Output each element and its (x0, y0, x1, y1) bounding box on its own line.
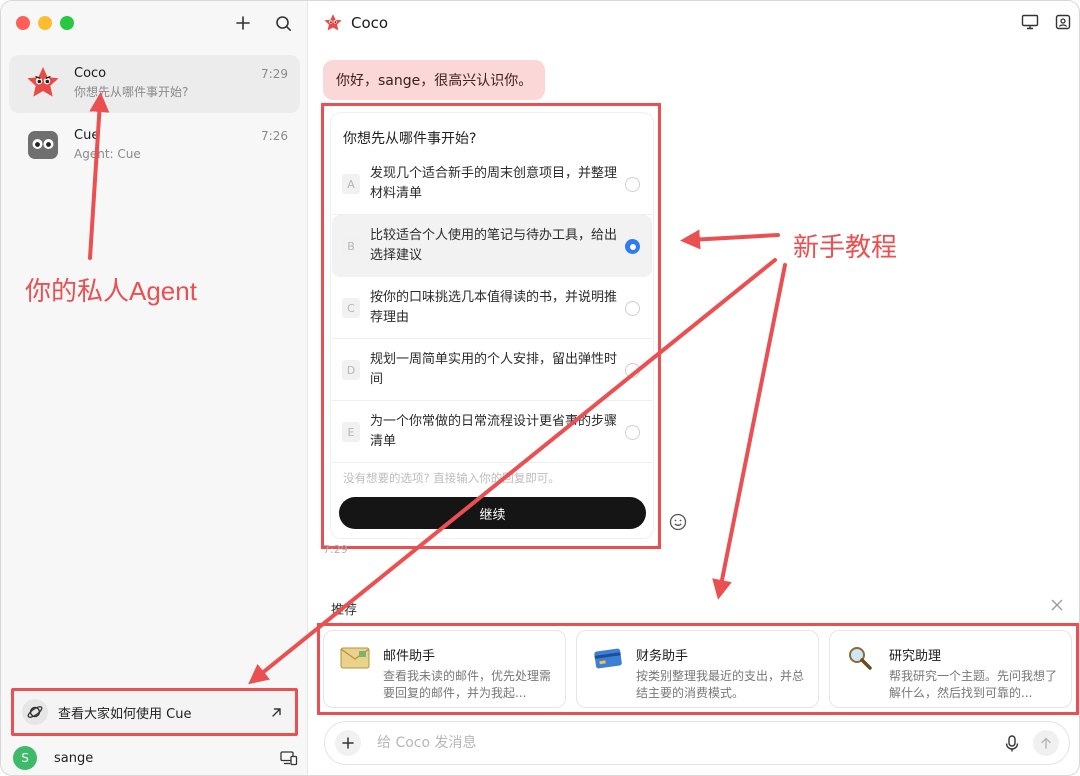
user-profile[interactable]: S sange (13, 745, 298, 771)
coco-star-icon (324, 14, 342, 31)
devices-icon[interactable] (280, 750, 298, 766)
arrow-up-icon (1041, 737, 1051, 749)
credit-card-icon (594, 648, 622, 669)
annotation-tutorial-label: 新手教程 (793, 232, 898, 262)
search-icon (275, 15, 291, 31)
attach-button[interactable] (335, 730, 361, 756)
conversation-item-cue[interactable]: Cue Agent: Cue 7:26 (9, 117, 300, 175)
monitor-icon[interactable] (1021, 14, 1039, 30)
option-c[interactable]: C 按你的口味挑选几本值得读的书，并说明推荐理由 (332, 277, 652, 339)
conversation-name: Coco (74, 66, 107, 81)
plus-icon (236, 16, 250, 30)
mail-icon (340, 647, 370, 669)
recommend-desc: 帮我研究一个主题。先问我想了解什么，然后找到可靠的... (889, 669, 1058, 700)
recommend-title: 推荐 (331, 603, 358, 618)
new-chat-button[interactable] (233, 13, 253, 33)
send-button[interactable] (1033, 730, 1059, 756)
magnifier-icon (849, 647, 872, 670)
option-text: 发现几个适合新手的周末创意项目，并整理材料清单 (370, 165, 618, 201)
sidebar-toolbar (233, 13, 293, 33)
minimize-window-button[interactable] (38, 16, 52, 30)
sidebar: Coco 你想先从哪件事开始? 7:29 Cue Agent: Cue 7:26… (1, 1, 308, 775)
planet-icon (22, 699, 48, 725)
option-text: 比较适合个人使用的笔记与待办工具，给出选择建议 (370, 228, 618, 263)
option-text: 规划一周简单实用的个人安排，留出弹性时间 (370, 351, 618, 387)
option-radio[interactable] (625, 301, 640, 316)
microphone-icon[interactable] (1005, 734, 1019, 752)
conversation-subtitle: Agent: Cue (74, 147, 141, 161)
option-letter: E (342, 422, 360, 442)
zoom-window-button[interactable] (60, 16, 74, 30)
option-d[interactable]: D 规划一周简单实用的个人安排，留出弹性时间 (332, 339, 652, 401)
annotation-agent-label: 你的私人Agent (25, 276, 197, 306)
close-window-button[interactable] (16, 16, 30, 30)
recommend-card-mail[interactable]: 邮件助手 查看我未读的邮件，优先处理需要回复的邮件，并为我起... (323, 630, 566, 708)
recommend-name: 邮件助手 (383, 649, 436, 664)
recommend-card-finance[interactable]: 财务助手 按类别整理我最近的支出，并总结主要的消费模式。 (576, 630, 819, 708)
option-letter: C (342, 298, 360, 318)
option-b[interactable]: B 比较适合个人使用的笔记与待办工具，给出选择建议 (332, 215, 652, 277)
conversation-item-coco[interactable]: Coco 你想先从哪件事开始? 7:29 (9, 55, 300, 113)
option-radio[interactable] (625, 425, 640, 440)
recommend-desc: 查看我未读的邮件，优先处理需要回复的邮件，并为我起... (383, 669, 552, 700)
avatar: S (13, 746, 37, 770)
emoji-reaction-icon[interactable] (669, 513, 687, 531)
chat-title: Coco (351, 14, 389, 32)
option-letter: B (342, 236, 360, 256)
chat-header: Coco (323, 13, 388, 33)
message-input[interactable] (377, 735, 1005, 751)
profile-card-icon[interactable] (1055, 14, 1071, 30)
option-radio[interactable] (625, 177, 640, 192)
plus-icon (342, 737, 354, 749)
option-text: 按你的口味挑选几本值得读的书，并说明推荐理由 (370, 289, 618, 325)
message-composer (324, 721, 1070, 765)
howto-label: 查看大家如何使用 Cue (58, 706, 192, 722)
conversation-time: 7:26 (261, 129, 288, 143)
option-text: 为一个你常做的日常流程设计更省事的步骤清单 (370, 413, 618, 449)
coco-star-avatar-icon (27, 67, 59, 97)
header-toolbar (1021, 14, 1071, 30)
recommend-card-research[interactable]: 研究助理 帮我研究一个主题。先问我想了解什么，然后找到可靠的... (829, 630, 1072, 708)
recommend-name: 研究助理 (889, 649, 942, 664)
tutorial-highlight-box: 你想先从哪件事开始? A 发现几个适合新手的周末创意项目，并整理材料清单 B 比… (321, 103, 661, 549)
user-name: sange (54, 750, 94, 766)
option-letter: A (342, 174, 360, 194)
option-radio-selected[interactable] (625, 239, 640, 254)
recommend-highlight-box: 邮件助手 查看我未读的邮件，优先处理需要回复的邮件，并为我起... 财务助手 按… (317, 623, 1079, 715)
cue-owl-avatar-icon (28, 131, 58, 159)
conversation-time: 7:29 (261, 67, 288, 81)
option-letter: D (342, 360, 360, 380)
chat-area: Coco 你好，sange，很高兴认识你。 你想先从哪件事开始? A 发现几个适… (309, 1, 1079, 775)
question-card: 你想先从哪件事开始? A 发现几个适合新手的周末创意项目，并整理材料清单 B 比… (331, 113, 653, 538)
howto-button[interactable]: 查看大家如何使用 Cue (11, 688, 298, 736)
arrow-up-right-icon (272, 707, 281, 717)
conversation-subtitle: 你想先从哪件事开始? (74, 85, 189, 99)
message-time: 7:29 (323, 543, 348, 556)
recommend-desc: 按类别整理我最近的支出，并总结主要的消费模式。 (636, 669, 805, 700)
greeting-bubble: 你好，sange，很高兴认识你。 (323, 60, 546, 100)
free-reply-hint: 没有想要的选项? 直接输入你的回复即可。 (343, 471, 560, 485)
close-icon[interactable] (1051, 599, 1063, 611)
continue-button[interactable]: 继续 (339, 497, 646, 529)
recommend-name: 财务助手 (636, 649, 689, 664)
app-window: Coco 你想先从哪件事开始? 7:29 Cue Agent: Cue 7:26… (0, 0, 1080, 776)
option-e[interactable]: E 为一个你常做的日常流程设计更省事的步骤清单 (332, 401, 652, 463)
search-button[interactable] (273, 13, 293, 33)
window-controls (16, 16, 74, 30)
question-title: 你想先从哪件事开始? (343, 131, 477, 147)
option-a[interactable]: A 发现几个适合新手的周末创意项目，并整理材料清单 (332, 153, 652, 215)
conversation-name: Cue (74, 128, 100, 143)
option-radio[interactable] (625, 363, 640, 378)
